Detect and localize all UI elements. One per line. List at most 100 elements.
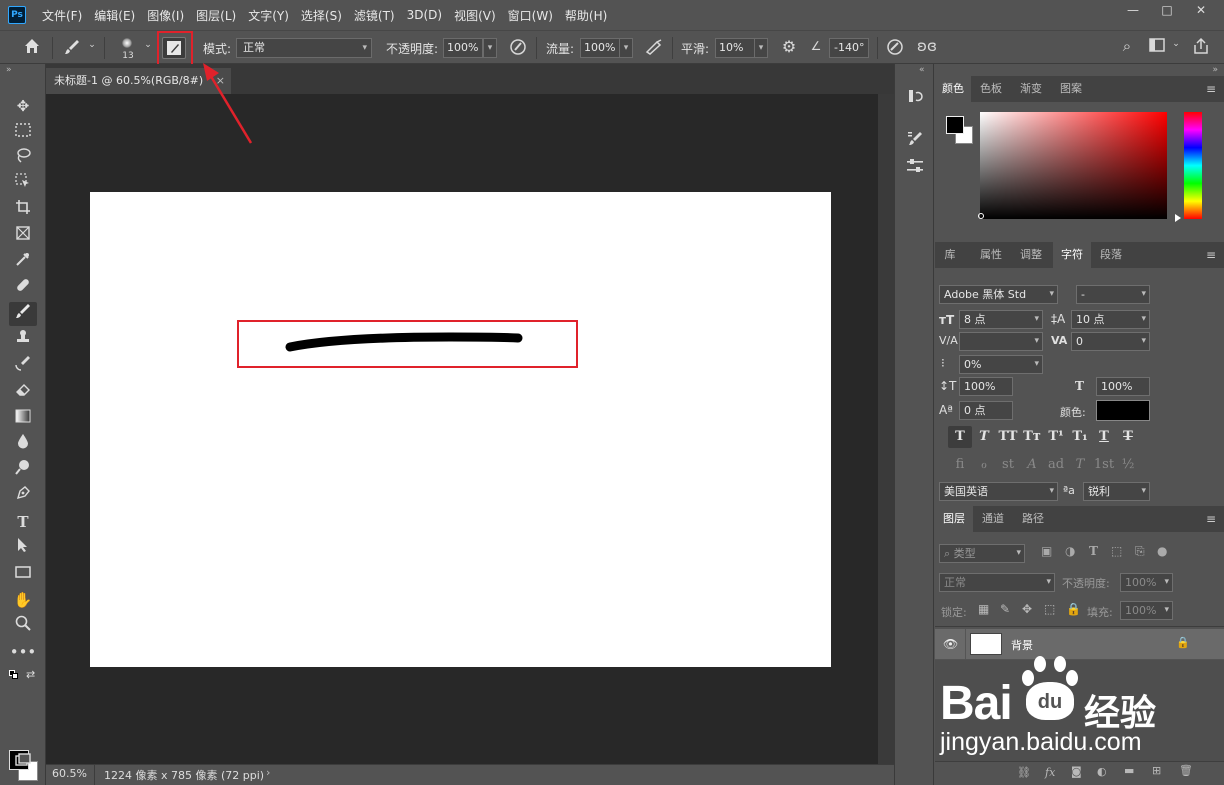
font-size-input[interactable]: 8 点 ▾ <box>959 310 1043 329</box>
menu-window[interactable]: 窗口(W) <box>502 7 559 24</box>
workspace-icon[interactable] <box>1146 37 1168 57</box>
chevron-down-icon[interactable]: ⌄ <box>86 40 98 50</box>
symmetry-butterfly-icon[interactable]: ʚɞ <box>916 37 938 55</box>
home-icon[interactable] <box>18 37 46 59</box>
layer-blend-mode-dropdown[interactable]: 正常 ▾ <box>939 573 1055 592</box>
pen-tool-icon[interactable] <box>9 484 37 508</box>
brush-tool-icon[interactable] <box>9 302 37 326</box>
filter-toggle-icon[interactable]: ● <box>1157 544 1167 558</box>
type-filter-icon[interactable]: T <box>1089 544 1098 558</box>
collapse-icon[interactable]: « <box>919 65 925 75</box>
alternate-ligatures-button[interactable]: ℴ <box>972 454 996 476</box>
lock-artboard-icon[interactable]: ⬚ <box>1044 602 1055 616</box>
menu-type[interactable]: 文字(Y) <box>242 7 295 24</box>
mask-icon[interactable]: ◙ <box>1071 765 1082 778</box>
font-family-dropdown[interactable]: Adobe 黑体 Std ▾ <box>939 285 1058 304</box>
search-icon[interactable]: ⌕ <box>1116 37 1138 55</box>
collapse-icon[interactable]: » <box>1212 65 1218 75</box>
brush-settings-panel-icon[interactable] <box>904 158 926 180</box>
lock-all-icon[interactable]: 🔒 <box>1066 602 1081 616</box>
menu-edit[interactable]: 编辑(E) <box>88 7 141 24</box>
history-panel-icon[interactable] <box>904 88 926 110</box>
brush-tool-preset-icon[interactable] <box>60 38 84 60</box>
color-picker-cursor[interactable] <box>978 213 984 219</box>
font-style-dropdown[interactable]: - ▾ <box>1076 285 1150 304</box>
tab-properties[interactable]: 属性 <box>973 242 1009 268</box>
tab-paths[interactable]: 路径 <box>1015 506 1051 532</box>
tab-adjustments[interactable]: 调整 <box>1013 242 1049 268</box>
tab-character[interactable]: 字符 <box>1053 242 1091 268</box>
tsume-input[interactable]: 0% ▾ <box>959 355 1043 374</box>
tab-patterns[interactable]: 图案 <box>1053 76 1089 102</box>
lock-paint-icon[interactable]: ✎ <box>1000 602 1010 616</box>
flow-input[interactable]: 100% <box>580 38 620 58</box>
menu-3d[interactable]: 3D(D) <box>401 8 448 22</box>
rectangle-tool-icon[interactable] <box>9 562 37 586</box>
document-canvas[interactable] <box>90 192 831 667</box>
flow-dropdown[interactable]: ▾ <box>619 38 633 58</box>
small-caps-button[interactable]: Tт <box>1020 426 1044 448</box>
smart-object-filter-icon[interactable]: ⎘ <box>1135 544 1145 559</box>
object-selection-tool-icon[interactable] <box>9 172 37 196</box>
lock-position-icon[interactable]: ✥ <box>1022 602 1032 616</box>
dodge-tool-icon[interactable] <box>9 458 37 482</box>
pixel-filter-icon[interactable]: ▣ <box>1041 544 1052 558</box>
pressure-opacity-icon[interactable] <box>507 38 529 60</box>
horizontal-scale-input[interactable]: 100% <box>1096 377 1150 396</box>
smoothing-input[interactable]: 10% <box>715 38 755 58</box>
frame-tool-icon[interactable] <box>9 224 37 248</box>
swash-button[interactable]: A <box>1020 454 1044 476</box>
tab-layers[interactable]: 图层 <box>935 506 973 532</box>
new-layer-icon[interactable]: ⊞ <box>1152 764 1161 777</box>
color-foreground-swatch[interactable] <box>946 116 964 134</box>
vertical-scrollbar[interactable] <box>878 94 894 764</box>
trash-icon[interactable]: 🗑 <box>1179 764 1193 777</box>
lock-transparent-icon[interactable]: ▦ <box>978 602 989 616</box>
lock-icon[interactable]: 🔒 <box>1176 636 1190 649</box>
zoom-tool-icon[interactable] <box>9 614 37 638</box>
gradient-tool-icon[interactable] <box>9 406 37 430</box>
baseline-shift-input[interactable]: 0 点 <box>959 401 1013 420</box>
eyedropper-tool-icon[interactable] <box>9 250 37 274</box>
swap-colors-icon[interactable]: ⇄ <box>26 668 35 681</box>
gear-icon[interactable]: ⚙ <box>778 37 800 56</box>
type-tool-icon[interactable]: T <box>9 510 37 534</box>
share-icon[interactable] <box>1190 37 1212 59</box>
group-icon[interactable]: ▬ <box>1124 764 1134 777</box>
faux-italic-button[interactable]: T <box>972 426 996 448</box>
tab-paragraph[interactable]: 段落 <box>1093 242 1129 268</box>
menu-image[interactable]: 图像(I) <box>141 7 190 24</box>
underline-button[interactable]: T <box>1092 426 1116 448</box>
link-icon[interactable]: ⛓ <box>1017 766 1031 779</box>
collapse-icon[interactable]: » <box>6 65 12 75</box>
tab-color[interactable]: 颜色 <box>935 76 971 102</box>
chevron-down-icon[interactable]: ⌄ <box>1170 39 1182 49</box>
adjustment-icon[interactable]: ◐ <box>1097 765 1107 778</box>
healing-brush-tool-icon[interactable] <box>9 276 37 300</box>
status-menu-arrow[interactable]: › <box>266 766 270 779</box>
zoom-level[interactable]: 60.5% <box>52 767 87 780</box>
kerning-input[interactable]: ▾ <box>959 332 1043 351</box>
tab-libraries[interactable]: 库 <box>935 242 965 268</box>
color-spectrum-field[interactable] <box>980 112 1167 219</box>
text-color-swatch[interactable] <box>1096 400 1150 421</box>
brush-presets-panel-icon[interactable] <box>904 130 926 152</box>
shape-filter-icon[interactable]: ⬚ <box>1111 544 1122 558</box>
marquee-tool-icon[interactable] <box>9 120 37 144</box>
fx-icon[interactable]: fx <box>1045 766 1055 779</box>
hand-tool-icon[interactable]: ✋ <box>9 588 37 612</box>
ligatures-button[interactable]: fi <box>948 454 972 476</box>
eraser-tool-icon[interactable] <box>9 380 37 404</box>
chevron-down-icon[interactable]: ⌄ <box>142 40 154 50</box>
opacity-dropdown[interactable]: ▾ <box>483 38 497 58</box>
menu-select[interactable]: 选择(S) <box>295 7 348 24</box>
leading-input[interactable]: 10 点 ▾ <box>1071 310 1150 329</box>
lasso-tool-icon[interactable] <box>9 146 37 170</box>
menu-layer[interactable]: 图层(L) <box>190 7 242 24</box>
more-tools-icon[interactable]: ••• <box>9 640 37 664</box>
fill-input[interactable]: 100% ▾ <box>1120 601 1173 620</box>
menu-help[interactable]: 帮助(H) <box>559 7 613 24</box>
discretionary-ligatures-button[interactable]: st <box>996 454 1020 476</box>
crop-tool-icon[interactable] <box>9 198 37 222</box>
language-dropdown[interactable]: 美国英语 ▾ <box>939 482 1058 501</box>
